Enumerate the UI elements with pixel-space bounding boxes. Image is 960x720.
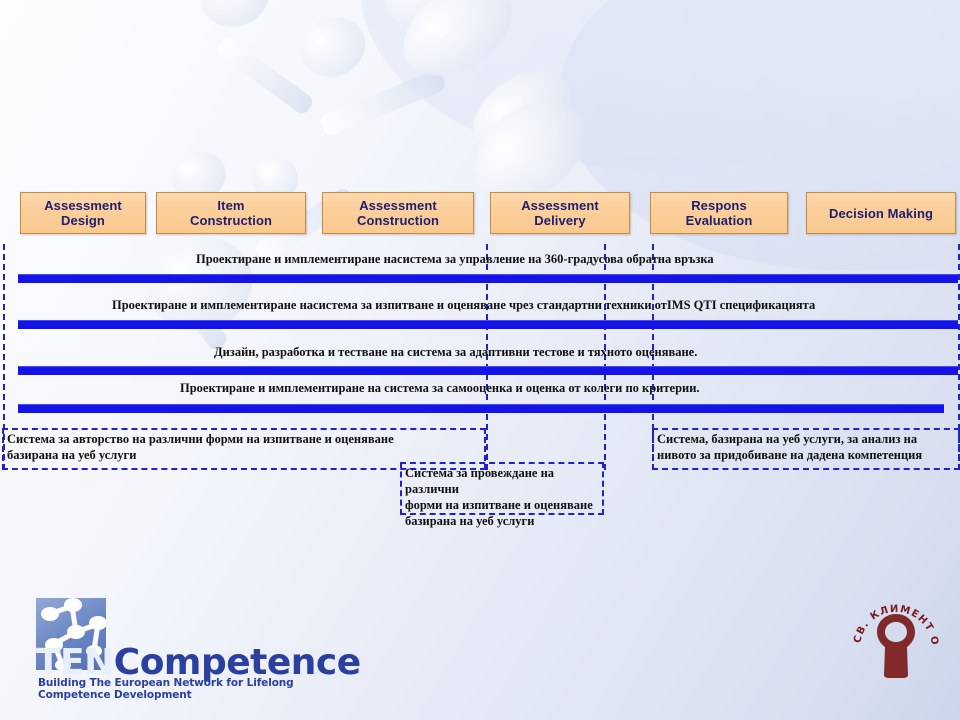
sofia-university-seal: СВ. КЛИМЕНТ ОХРИДСКИ bbox=[848, 592, 944, 692]
phase-header-row: Assessment Design Item Construction Assess… bbox=[0, 192, 960, 234]
molecule-node-icon bbox=[386, 0, 530, 95]
slide-canvas: Assessment Design Item Construction Assess… bbox=[0, 0, 960, 720]
phase-box-assessment-delivery[interactable]: Assessment Delivery bbox=[490, 192, 630, 234]
background-sweep-top bbox=[360, 0, 960, 170]
phase-box-label: Assessment Delivery bbox=[521, 198, 599, 228]
molecule-bond-icon bbox=[214, 35, 316, 117]
molecule-bond-icon bbox=[318, 68, 448, 138]
activity-label: Проектиране и имплементиране на система … bbox=[180, 381, 700, 395]
tencompetence-tagline: Building The European Network for Lifelo… bbox=[38, 677, 294, 701]
phase-box-decision-making[interactable]: Decision Making bbox=[806, 192, 956, 234]
activity-progress-bar bbox=[18, 274, 958, 283]
phase-box-assessment-design[interactable]: Assessment Design bbox=[20, 192, 146, 234]
activity-label: Проектиране и имплементиране насистема з… bbox=[112, 298, 816, 312]
tencompetence-logo: TENCompetence Building The European Netw… bbox=[28, 598, 361, 701]
outcome-box-label: Система за провеждане на различни форми … bbox=[405, 466, 593, 528]
outcome-box-competence-analysis-system[interactable]: Система, базирана на уеб услуги, за анал… bbox=[652, 428, 960, 470]
phase-box-label: Respons Evaluation bbox=[685, 198, 753, 228]
molecule-node-icon bbox=[368, 0, 512, 47]
activity-progress-bar bbox=[18, 366, 958, 375]
molecule-node-icon bbox=[191, 0, 279, 37]
phase-box-item-construction[interactable]: Item Construction bbox=[156, 192, 306, 234]
activity-label: Дизайн, разработка и тестване на система… bbox=[214, 345, 698, 359]
phase-box-label: Decision Making bbox=[828, 205, 934, 221]
molecule-node-icon bbox=[457, 53, 587, 173]
phase-box-label: Assessment Construction bbox=[356, 198, 440, 228]
molecule-node-icon bbox=[290, 6, 376, 88]
outcome-box-delivery-system[interactable]: Система за провеждане на различни форми … bbox=[400, 462, 604, 528]
phase-box-label: Item Construction bbox=[189, 198, 273, 228]
activity-label: Проектиране и имплементиране насистема з… bbox=[196, 252, 714, 266]
activity-progress-bar bbox=[18, 404, 944, 413]
phase-box-label: Assessment Design bbox=[44, 198, 122, 228]
activity-progress-bar bbox=[18, 320, 958, 329]
phase-box-respons-evaluation[interactable]: Respons Evaluation bbox=[650, 192, 788, 234]
outcome-box-label: Система, базирана на уеб услуги, за анал… bbox=[657, 432, 923, 462]
outcome-box-label: Система за авторство на различни форми н… bbox=[7, 432, 394, 462]
phase-box-assessment-construction[interactable]: Assessment Construction bbox=[322, 192, 474, 234]
